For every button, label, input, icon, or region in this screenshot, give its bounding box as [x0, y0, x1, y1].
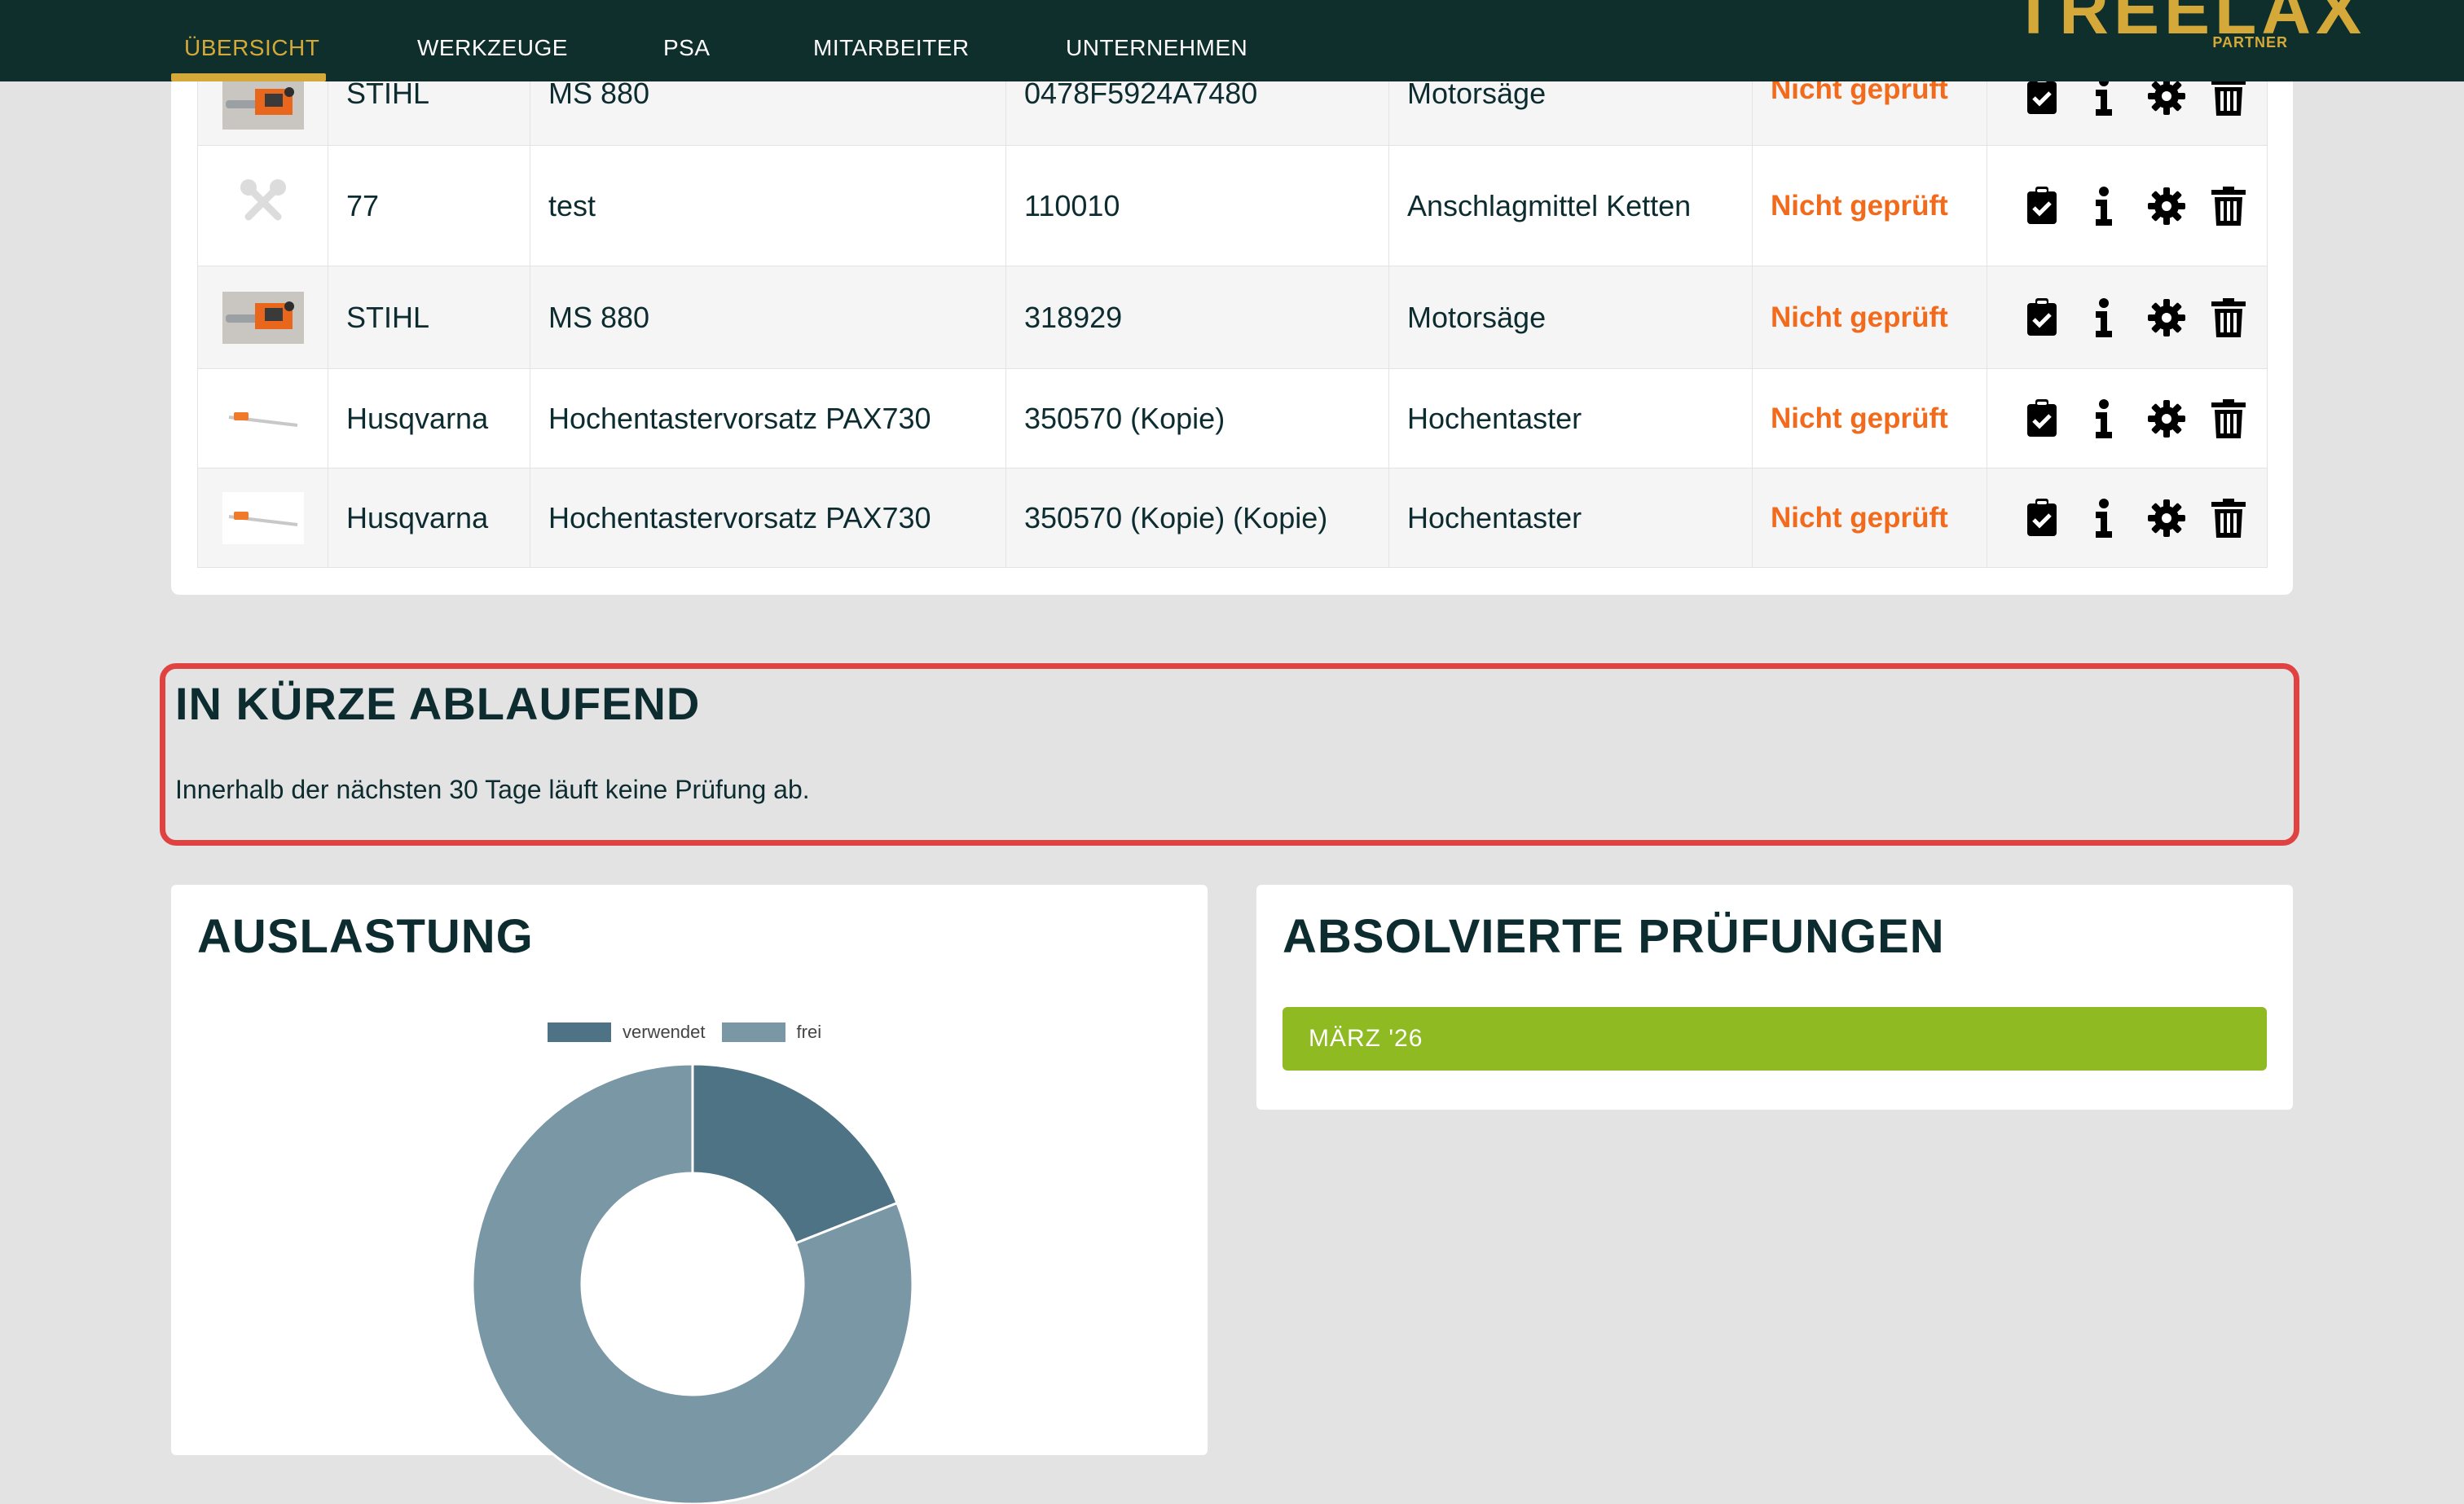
clipboard-check-icon[interactable] [2022, 398, 2062, 440]
nav-tab-mitarbeiter[interactable]: MITARBEITER [813, 0, 970, 81]
status-badge: Nicht geprüft [1752, 368, 1987, 468]
category-cell: Hochentaster [1388, 368, 1753, 468]
table-row[interactable]: Husqvarna Hochentastervorsatz PAX730 350… [197, 468, 2268, 568]
serial-cell: 350570 (Kopie) (Kopie) [1005, 468, 1389, 568]
actions-cell [1987, 368, 2268, 468]
serial-cell: 110010 [1005, 145, 1389, 266]
nav-tab-werkzeuge[interactable]: WERKZEUGE [417, 0, 568, 81]
nav-tab-uebersicht[interactable]: ÜBERSICHT [184, 0, 319, 81]
brand-cell: Husqvarna [328, 368, 530, 468]
utilization-card: AUSLASTUNG verwendet frei [171, 885, 1208, 1504]
pole-saw-image [222, 392, 304, 445]
legend-label-used: verwendet [623, 1022, 706, 1042]
info-icon[interactable] [2083, 297, 2124, 339]
top-navigation-bar: ÜBERSICHT WERKZEUGE PSA MITARBEITER UNTE… [0, 0, 2464, 81]
category-cell: Anschlagmittel Ketten [1388, 145, 1753, 266]
trash-icon[interactable] [2208, 497, 2249, 539]
trash-icon[interactable] [2208, 297, 2249, 339]
tool-thumbnail-cell [197, 145, 328, 266]
utilization-title: AUSLASTUNG [197, 910, 534, 963]
serial-cell: 318929 [1005, 266, 1389, 369]
status-badge: Nicht geprüft [1752, 468, 1987, 568]
chart-legend: verwendet frei [548, 1022, 838, 1043]
pole-saw-image [222, 491, 304, 544]
legend-swatch-free [721, 1022, 785, 1042]
actions-cell [1987, 266, 2268, 369]
brand-cell: STIHL [328, 266, 530, 369]
legend-swatch-used [548, 1022, 611, 1042]
tools-table-card: STIHL MS 880 0478F5924A7480 Motorsäge Ni… [171, 0, 2293, 595]
nav-tab-unternehmen[interactable]: UNTERNEHMEN [1066, 0, 1247, 81]
legend-entry-free[interactable]: frei [721, 1022, 822, 1043]
clipboard-check-icon[interactable] [2022, 497, 2062, 539]
table-row[interactable]: STIHL MS 880 318929 Motorsäge Nicht gepr… [197, 266, 2268, 369]
clipboard-check-icon[interactable] [2022, 297, 2062, 339]
completed-exams-card: ABSOLVIERTE PRÜFUNGEN MÄRZ '26 [1256, 885, 2293, 1110]
clipboard-check-icon[interactable] [2022, 185, 2062, 227]
tools-table: STIHL MS 880 0478F5924A7480 Motorsäge Ni… [197, 18, 2268, 568]
model-cell: Hochentastervorsatz PAX730 [530, 368, 1006, 468]
category-cell: Motorsäge [1388, 266, 1753, 369]
brand-cell: Husqvarna [328, 468, 530, 568]
model-cell: test [530, 145, 1006, 266]
actions-cell [1987, 145, 2268, 266]
tools-icon [240, 179, 286, 221]
logo-partner-label: PARTNER [2212, 34, 2288, 51]
expiring-section-title: IN KÜRZE ABLAUFEND [175, 678, 701, 729]
brand-cell: 77 [328, 145, 530, 266]
nav-tab-psa[interactable]: PSA [663, 0, 711, 81]
info-icon[interactable] [2083, 185, 2124, 227]
chainsaw-image [222, 77, 304, 130]
info-icon[interactable] [2083, 398, 2124, 440]
model-cell: MS 880 [530, 266, 1006, 369]
utilization-donut-chart [473, 1064, 913, 1504]
info-icon[interactable] [2083, 497, 2124, 539]
tool-thumbnail-cell [197, 368, 328, 468]
month-accordion-march[interactable]: MÄRZ '26 [1283, 1007, 2267, 1071]
expiring-empty-message: Innerhalb der nächsten 30 Tage läuft kei… [175, 775, 810, 804]
legend-label-free: frei [796, 1022, 822, 1042]
tool-thumbnail-cell [197, 266, 328, 369]
gear-icon[interactable] [2146, 185, 2187, 227]
model-cell: Hochentastervorsatz PAX730 [530, 468, 1006, 568]
chainsaw-image [222, 291, 304, 344]
actions-cell [1987, 468, 2268, 568]
tool-thumbnail-cell [197, 468, 328, 568]
gear-icon[interactable] [2146, 398, 2187, 440]
legend-entry-used[interactable]: verwendet [548, 1022, 706, 1043]
serial-cell: 350570 (Kopie) [1005, 368, 1389, 468]
trash-icon[interactable] [2208, 185, 2249, 227]
trash-icon[interactable] [2208, 398, 2249, 440]
completed-exams-title: ABSOLVIERTE PRÜFUNGEN [1283, 910, 1945, 963]
expiring-soon-section: IN KÜRZE ABLAUFEND Innerhalb der nächste… [160, 663, 2299, 846]
status-badge: Nicht geprüft [1752, 266, 1987, 369]
table-row[interactable]: 77 test 110010 Anschlagmittel Ketten Nic… [197, 145, 2268, 266]
active-tab-indicator [171, 73, 326, 81]
gear-icon[interactable] [2146, 297, 2187, 339]
category-cell: Hochentaster [1388, 468, 1753, 568]
status-badge: Nicht geprüft [1752, 145, 1987, 266]
table-row[interactable]: Husqvarna Hochentastervorsatz PAX730 350… [197, 368, 2268, 468]
gear-icon[interactable] [2146, 497, 2187, 539]
